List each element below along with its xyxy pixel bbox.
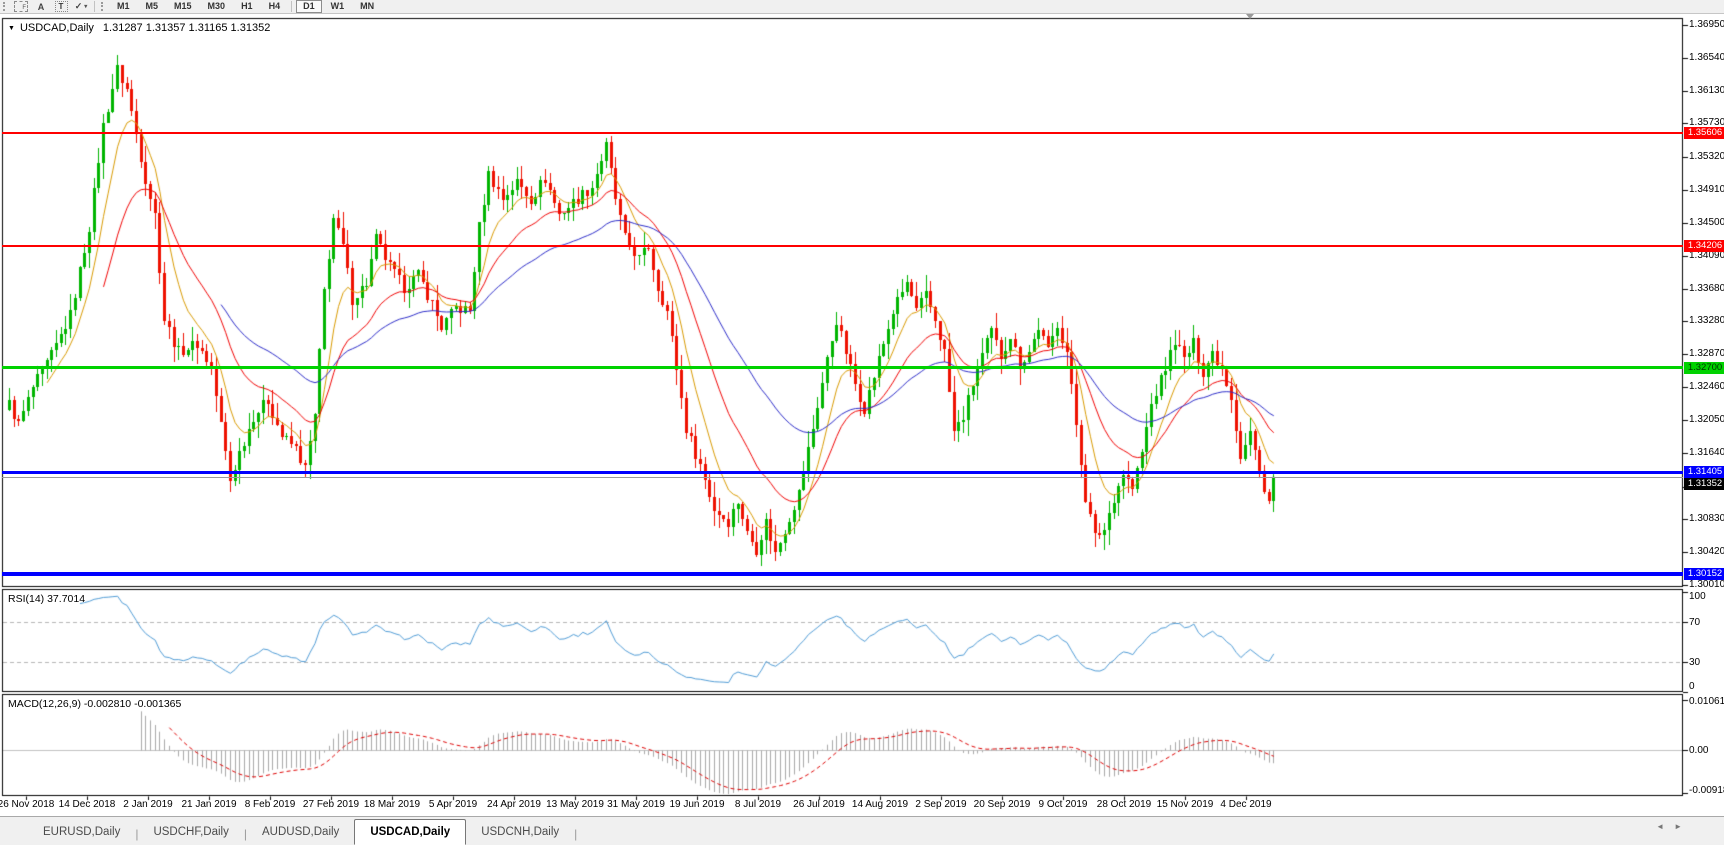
- timeframe-button-m15[interactable]: M15: [167, 0, 199, 13]
- chart-tabs-bar: EURUSD,Daily|USDCHF,Daily|AUDUSD,DailyUS…: [0, 816, 1724, 845]
- timeframe-button-m1[interactable]: M1: [110, 0, 137, 13]
- date-axis-label: 5 Apr 2019: [429, 799, 477, 810]
- chart-tab-usdcnh[interactable]: USDCNH,Daily: [466, 822, 574, 843]
- chart-shift-marker[interactable]: [1246, 14, 1254, 19]
- chart-tab-usdchf[interactable]: USDCHF,Daily: [138, 822, 243, 843]
- timeframe-button-h4[interactable]: H4: [262, 0, 288, 13]
- support-line-upper-price-label: 1.31405: [1684, 466, 1724, 478]
- selection-box-icon[interactable]: F: [14, 1, 28, 12]
- text-icon[interactable]: A: [34, 1, 48, 12]
- chart-title: ▼ USDCAD,Daily 1.31287 1.31357 1.31165 1.3…: [8, 22, 270, 34]
- date-axis-label: 26 Jul 2019: [793, 799, 845, 810]
- timeframe-button-h1[interactable]: H1: [234, 0, 260, 13]
- price-axis-tick-label: 1.33680: [1689, 283, 1724, 294]
- date-axis-label: 14 Aug 2019: [852, 799, 908, 810]
- rsi-axis-tick-label: 0: [1689, 681, 1695, 692]
- dropdown-caret-icon[interactable]: ▾: [84, 3, 87, 10]
- date-axis-label: 8 Feb 2019: [245, 799, 296, 810]
- date-axis-label: 27 Feb 2019: [303, 799, 359, 810]
- date-axis-label: 20 Sep 2019: [974, 799, 1031, 810]
- price-axis-tick-label: 1.32050: [1689, 414, 1724, 425]
- date-axis-label: 13 May 2019: [546, 799, 604, 810]
- top-toolbar: FAT ✓▾ M1M5M15M30H1H4 D1W1MN: [0, 0, 1724, 14]
- date-axis-label: 18 Mar 2019: [364, 799, 420, 810]
- chart-tab-audusd[interactable]: AUDUSD,Daily: [247, 822, 354, 843]
- rsi-indicator-label: RSI(14) 37.7014: [8, 593, 85, 605]
- date-axis-label: 19 Jun 2019: [669, 799, 724, 810]
- date-axis-label: 2 Jan 2019: [123, 799, 173, 810]
- date-axis-label: 24 Apr 2019: [487, 799, 541, 810]
- support-line-upper[interactable]: [2, 471, 1683, 474]
- timeframe-separator: [291, 1, 292, 12]
- price-axis-tick-label: 1.31640: [1689, 447, 1724, 458]
- price-axis-tick-label: 1.33280: [1689, 315, 1724, 326]
- chart-symbol-period: USDCAD,Daily: [20, 22, 94, 34]
- text-label-icon[interactable]: T: [54, 1, 68, 12]
- price-axis-tick-label: 1.32460: [1689, 381, 1724, 392]
- date-axis-label: 4 Dec 2019: [1220, 799, 1271, 810]
- toolbar-grip[interactable]: [3, 2, 7, 11]
- date-axis-label: 14 Dec 2018: [59, 799, 116, 810]
- price-axis-tick-label: 1.30010: [1689, 579, 1724, 590]
- timeframe-button-m30[interactable]: M30: [201, 0, 233, 13]
- macd-axis-tick-label: 0.010615: [1689, 696, 1724, 707]
- date-axis-label: 31 May 2019: [607, 799, 665, 810]
- date-axis-label: 28 Oct 2019: [1097, 799, 1151, 810]
- support-line-lower-price-label: 1.30152: [1684, 568, 1724, 580]
- resistance-line-lower[interactable]: [2, 245, 1683, 247]
- tab-scroll-arrows: ◄►: [1656, 822, 1692, 831]
- macd-axis-tick-label: -0.00918: [1689, 785, 1724, 796]
- resistance-line-upper[interactable]: [2, 132, 1683, 134]
- tab-scroll-left-icon[interactable]: ◄: [1656, 822, 1674, 831]
- date-axis-label: 9 Oct 2019: [1039, 799, 1088, 810]
- tab-separator: |: [574, 827, 577, 841]
- resistance-line-lower-price-label: 1.34206: [1684, 240, 1724, 252]
- date-axis-label: 26 Nov 2018: [0, 799, 54, 810]
- chart-ohlc-values: 1.31287 1.31357 1.31165 1.31352: [103, 22, 270, 34]
- toolbar-separator: [94, 1, 95, 12]
- rsi-axis-tick-label: 70: [1689, 617, 1700, 628]
- rsi-axis-tick-label: 100: [1689, 591, 1706, 602]
- price-axis-tick-label: 1.35320: [1689, 151, 1724, 162]
- price-chart-canvas[interactable]: [0, 0, 1724, 845]
- macd-indicator-label: MACD(12,26,9) -0.002810 -0.001365: [8, 698, 181, 710]
- price-axis-tick-label: 1.36950: [1689, 19, 1724, 30]
- price-axis-tick-label: 1.30420: [1689, 546, 1724, 557]
- timeframe-button-m5[interactable]: M5: [139, 0, 166, 13]
- price-axis-tick-label: 1.36130: [1689, 85, 1724, 96]
- tab-scroll-right-icon[interactable]: ►: [1674, 822, 1692, 831]
- toolbar-grip-2[interactable]: [101, 2, 105, 11]
- price-axis-tick-label: 1.32870: [1689, 348, 1724, 359]
- price-axis-tick-label: 1.34500: [1689, 217, 1724, 228]
- support-line-lower[interactable]: [2, 572, 1683, 576]
- timeframe-button-w1[interactable]: W1: [324, 0, 352, 13]
- chart-window: ▼ USDCAD,Daily 1.31287 1.31357 1.31165 1.3…: [0, 0, 1724, 845]
- current-price-line: [2, 477, 1683, 478]
- rsi-axis-tick-label: 30: [1689, 657, 1700, 668]
- resistance-line-upper-price-label: 1.35606: [1684, 127, 1724, 139]
- price-axis-tick-label: 1.34910: [1689, 184, 1724, 195]
- pivot-line-green-price-label: 1.32700: [1684, 362, 1724, 374]
- chart-tab-eurusd[interactable]: EURUSD,Daily: [28, 822, 135, 843]
- current-price-label: 1.31352: [1684, 478, 1724, 490]
- date-axis-label: 15 Nov 2019: [1157, 799, 1214, 810]
- macd-axis-tick-label: 0.00: [1689, 745, 1708, 756]
- date-axis-label: 21 Jan 2019: [181, 799, 236, 810]
- date-axis-label: 8 Jul 2019: [735, 799, 781, 810]
- price-axis-tick-label: 1.36540: [1689, 52, 1724, 63]
- pivot-line-green[interactable]: [2, 366, 1683, 369]
- chart-tab-usdcad[interactable]: USDCAD,Daily: [354, 819, 466, 845]
- timeframe-button-d1[interactable]: D1: [296, 0, 322, 13]
- collapse-chart-icon[interactable]: ▼: [8, 25, 15, 32]
- price-axis-tick-label: 1.30830: [1689, 513, 1724, 524]
- timeframe-button-mn[interactable]: MN: [353, 0, 381, 13]
- drawing-tools-icon[interactable]: ✓▾: [74, 1, 88, 12]
- date-axis-label: 2 Sep 2019: [915, 799, 966, 810]
